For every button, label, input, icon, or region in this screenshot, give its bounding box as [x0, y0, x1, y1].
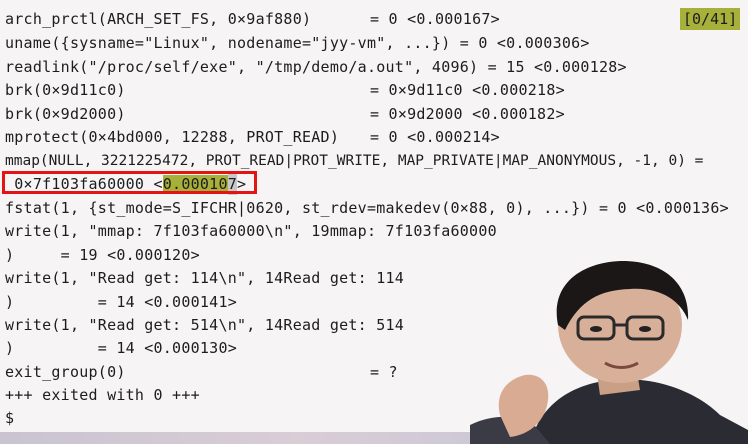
presenter-webcam-overlay	[470, 255, 748, 444]
terminal-line: ) = 14 <0.000130>	[5, 339, 238, 357]
search-match-counter: [0/41]	[680, 8, 741, 30]
terminal-line: exit_group(0)	[5, 363, 126, 381]
terminal-line: +++ exited with 0 +++	[5, 386, 200, 404]
terminal-line: fstat(1, {st_mode=S_IFCHR|0620, st_rdev=…	[5, 199, 729, 217]
terminal-line-result: = 0 <0.000167>	[370, 10, 500, 28]
terminal-line: mprotect(0×4bd000, 12288, PROT_READ)	[5, 128, 340, 146]
terminal-line-result: = ?	[370, 363, 398, 381]
terminal-window[interactable]: [0/41] arch_prctl(ARCH_SET_FS, 0×9af880)…	[0, 0, 748, 444]
terminal-line: write(1, "Read get: 114\n", 14Read get: …	[5, 269, 405, 287]
terminal-line: ) = 19 <0.000120>	[5, 246, 200, 264]
terminal-line: write(1, "Read get: 514\n", 14Read get: …	[5, 316, 405, 334]
terminal-line-result: = 0×9d11c0 <0.000218>	[370, 81, 565, 99]
shell-prompt[interactable]: $	[5, 407, 14, 429]
annotation-red-box	[2, 171, 257, 194]
terminal-line: brk(0×9d2000)	[5, 105, 126, 123]
terminal-line: arch_prctl(ARCH_SET_FS, 0×9af880)	[5, 10, 312, 28]
presenter-image	[470, 260, 748, 444]
terminal-line-result: = 0×9d2000 <0.000182>	[370, 105, 565, 123]
terminal-line: mmap(NULL, 3221225472, PROT_READ|PROT_WR…	[5, 153, 704, 169]
terminal-line: uname({sysname="Linux", nodename="jyy-vm…	[5, 34, 590, 52]
terminal-line: write(1, "mmap: 7f103fa60000\n", 19mmap:…	[5, 222, 497, 240]
terminal-line-result: = 0 <0.000214>	[370, 128, 500, 146]
terminal-line: ) = 14 <0.000141>	[5, 293, 238, 311]
terminal-line: brk(0×9d11c0)	[5, 81, 126, 99]
terminal-line: readlink("/proc/self/exe", "/tmp/demo/a.…	[5, 58, 627, 76]
